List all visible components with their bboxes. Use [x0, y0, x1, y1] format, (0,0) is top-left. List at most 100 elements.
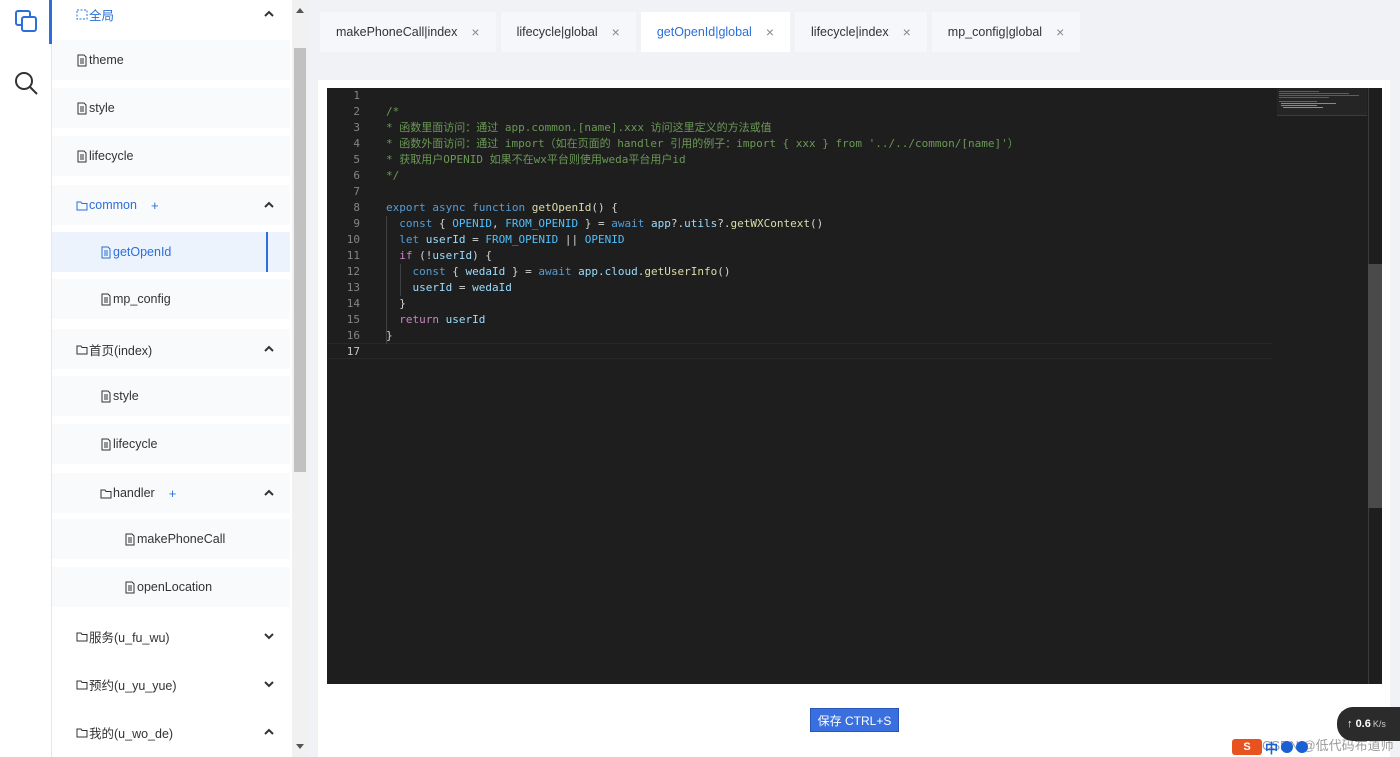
file-icon — [125, 581, 135, 593]
minimap-line — [1283, 107, 1323, 108]
tree-node-label: mp_config — [113, 292, 171, 306]
code-line: userId = wedaId — [412, 281, 512, 294]
close-icon[interactable]: × — [903, 24, 911, 40]
tree-node-getopenid[interactable]: getOpenId — [52, 232, 290, 272]
line-number: 11 — [346, 249, 360, 262]
code-line: const { wedaId } = await app.cloud.getUs… — [412, 265, 731, 278]
network-speed-widget[interactable]: ↑ 0.6 K/s — [1337, 707, 1400, 741]
chevron-up-icon[interactable] — [262, 198, 276, 212]
tree-node-label: style — [89, 101, 115, 115]
file-icon — [77, 102, 87, 114]
save-button[interactable]: 保存 CTRL+S — [810, 708, 899, 732]
minimap[interactable] — [1277, 88, 1367, 116]
tab-getopenid-global[interactable]: getOpenId|global × — [640, 12, 791, 52]
sogou-logo-icon[interactable]: S — [1232, 739, 1262, 755]
chevron-up-icon[interactable] — [262, 725, 276, 739]
tree-node-label: lifecycle — [113, 437, 158, 451]
tab-mp-config-global[interactable]: mp_config|global × — [931, 12, 1081, 52]
chevron-up-icon[interactable] — [262, 342, 276, 356]
tree-node-fuwu[interactable]: 服务(u_fu_wu) — [52, 616, 290, 656]
tree-node-lifecycle[interactable]: lifecycle — [52, 136, 290, 176]
copy-icon[interactable] — [13, 8, 39, 34]
line-number: 13 — [346, 281, 360, 294]
tab-makephonecall-index[interactable]: makePhoneCall|index × — [320, 12, 496, 52]
code-line: export async function getOpenId() { — [386, 201, 618, 214]
code-editor[interactable]: 1 2 3 4 5 6 7 8 9 10 11 12 13 14 15 16 17 /* * 函数里面访问：通过… — [327, 88, 1382, 684]
editor-tabs: makePhoneCall|index × lifecycle|global ×… — [320, 12, 1085, 52]
code-line: /* — [386, 105, 400, 118]
code-line: let userId = FROM_OPENID || OPENID — [399, 233, 625, 246]
tab-label: makePhoneCall|index — [336, 25, 458, 39]
close-icon[interactable]: × — [766, 24, 774, 40]
line-number: 2 — [353, 105, 360, 118]
chevron-up-icon[interactable] — [262, 7, 276, 21]
microphone-icon[interactable] — [1296, 741, 1309, 753]
tree-node-label: handler — [113, 486, 155, 500]
tree-node-mp-config[interactable]: mp_config — [52, 279, 290, 319]
add-file-button[interactable]: + — [151, 198, 159, 213]
close-icon[interactable]: × — [1056, 24, 1064, 40]
file-icon — [101, 438, 111, 450]
network-speed-value: 0.6 — [1355, 718, 1371, 730]
ime-toolbar[interactable]: S 中 — [1232, 737, 1309, 757]
line-number: 8 — [353, 201, 360, 214]
tree-node-label: style — [113, 389, 139, 403]
tree-node-label: lifecycle — [89, 149, 134, 163]
tree-node-index[interactable]: 首页(index) — [52, 329, 290, 369]
tree-node-index-lifecycle[interactable]: lifecycle — [52, 424, 290, 464]
code-line: if (!userId) { — [399, 249, 492, 262]
search-icon[interactable] — [13, 70, 39, 96]
tree-node-global[interactable]: 全局 — [52, 0, 290, 34]
tree-node-index-style[interactable]: style — [52, 376, 290, 416]
tree-node-label: makePhoneCall — [137, 532, 226, 546]
tree-node-label: common — [89, 198, 137, 212]
scroll-down-arrow-icon[interactable] — [296, 744, 304, 749]
line-number: 9 — [353, 217, 360, 230]
tree-node-openlocation[interactable]: openLocation — [52, 567, 290, 607]
line-number: 1 — [353, 89, 360, 102]
chevron-down-icon[interactable] — [262, 677, 276, 691]
tree-node-handler[interactable]: handler + — [52, 473, 290, 513]
minimap-line — [1279, 101, 1317, 102]
tab-label: lifecycle|global — [516, 25, 598, 39]
chevron-down-icon[interactable] — [262, 629, 276, 643]
tree-scrollbar[interactable] — [292, 0, 308, 757]
tree-node-common[interactable]: common + — [52, 185, 290, 225]
tree-node-label: openLocation — [137, 580, 213, 594]
tree-node-label: 预约(u_yu_yue) — [89, 678, 177, 693]
close-icon[interactable]: × — [471, 24, 479, 40]
editor-scrollbar-thumb[interactable] — [1368, 264, 1382, 508]
close-icon[interactable]: × — [612, 24, 620, 40]
activity-bar — [0, 0, 52, 757]
scrollbar-thumb[interactable] — [294, 48, 306, 472]
file-icon — [101, 390, 111, 402]
code-line: } — [386, 329, 393, 342]
tree-node-wode[interactable]: 我的(u_wo_de) — [52, 712, 290, 752]
chevron-up-icon[interactable] — [262, 486, 276, 500]
tree-node-yuyue[interactable]: 预约(u_yu_yue) — [52, 664, 290, 704]
minimap-line — [1281, 103, 1336, 104]
scroll-up-arrow-icon[interactable] — [296, 8, 304, 13]
folder-icon — [76, 201, 88, 210]
line-number: 6 — [353, 169, 360, 182]
tree-node-style[interactable]: style — [52, 88, 290, 128]
code-area[interactable]: /* * 函数里面访问：通过 app.common.[name].xxx 访问这… — [386, 88, 1282, 360]
minimap-line — [1279, 97, 1329, 98]
add-file-button[interactable]: + — [169, 486, 177, 501]
file-icon — [101, 293, 111, 305]
code-line: const { OPENID, FROM_OPENID } = await ap… — [399, 217, 824, 230]
network-speed-unit: K/s — [1372, 719, 1386, 729]
ime-mode-label[interactable]: 中 — [1265, 738, 1278, 757]
emoji-icon[interactable] — [1281, 741, 1294, 753]
folder-icon — [76, 345, 88, 354]
line-number: 15 — [346, 313, 360, 326]
tree-node-label: 我的(u_wo_de) — [89, 726, 174, 741]
tab-lifecycle-index[interactable]: lifecycle|index × — [795, 12, 927, 52]
upload-arrow-icon: ↑ — [1347, 718, 1356, 730]
tree-node-label: getOpenId — [113, 245, 172, 259]
tab-lifecycle-global[interactable]: lifecycle|global × — [500, 12, 636, 52]
tree-node-label: 全局 — [89, 8, 115, 23]
tree-node-makephonecall[interactable]: makePhoneCall — [52, 519, 290, 559]
tree-node-theme[interactable]: theme — [52, 40, 290, 80]
